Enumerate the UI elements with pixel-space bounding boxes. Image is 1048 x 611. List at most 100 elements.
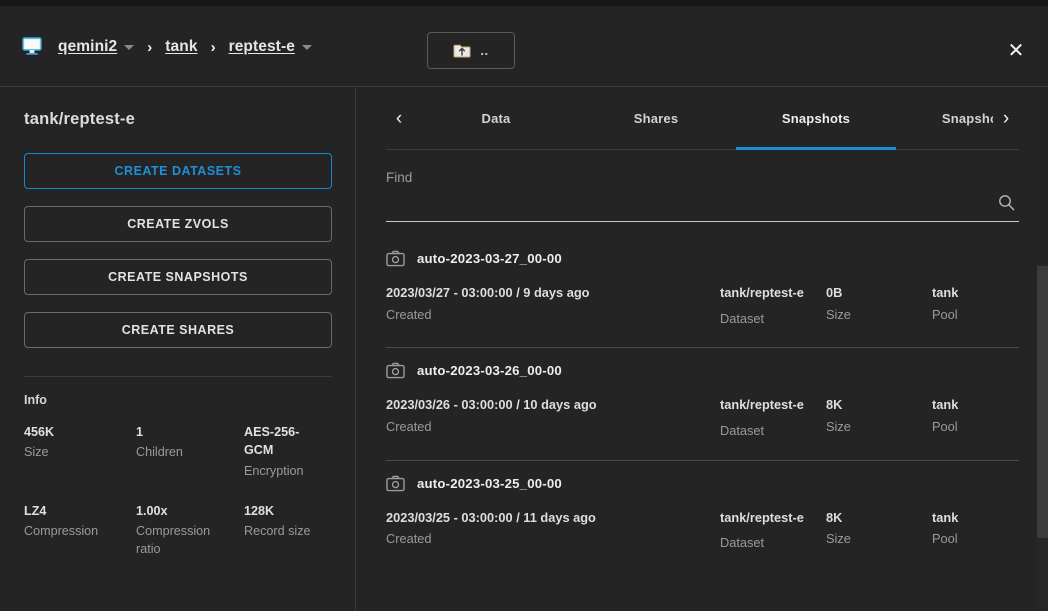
camera-icon [386, 250, 405, 267]
tabs-scroll-right-icon[interactable]: › [993, 91, 1019, 147]
info-item-compression: LZ4 Compression [24, 502, 136, 559]
snapshot-pool-cell: tank Pool [932, 396, 1019, 435]
cell-caption: Size [826, 530, 932, 548]
create-zvols-button[interactable]: CREATE ZVOLS [24, 206, 332, 242]
breadcrumb-caret-2[interactable] [302, 45, 312, 50]
close-icon[interactable]: ✕ [1002, 37, 1030, 65]
snapshot-name: auto-2023-03-25_00-00 [417, 476, 562, 491]
info-item-children: 1 Children [136, 423, 244, 480]
camera-icon [386, 475, 405, 492]
create-datasets-button[interactable]: CREATE DATASETS [24, 153, 332, 189]
list-item[interactable]: auto-2023-03-26_00-00 2023/03/26 - 03:00… [386, 348, 1019, 460]
snapshot-size-cell: 8K Size [826, 396, 932, 435]
cell-caption: Dataset [720, 534, 826, 552]
snapshot-pool-cell: tank Pool [932, 284, 1019, 323]
tabs-strip: Data Shares Snapshots Snapshots [416, 88, 993, 150]
info-caption: Children [136, 444, 238, 462]
snapshot-header: auto-2023-03-26_00-00 [386, 348, 1019, 379]
monitor-icon [22, 37, 44, 57]
info-value: 128K [244, 502, 325, 520]
cell-caption: Created [386, 530, 720, 548]
cell-value: tank [932, 284, 1019, 303]
cell-caption: Size [826, 306, 932, 324]
info-section-label: Info [24, 393, 331, 407]
cell-value: 8K [826, 396, 932, 415]
snapshot-dataset-cell: tank/reptest-e Dataset [720, 509, 826, 552]
cell-caption: Created [386, 306, 720, 324]
snapshot-pool-cell: tank Pool [932, 509, 1019, 548]
snapshot-details: 2023/03/26 - 03:00:00 / 10 days ago Crea… [386, 379, 1019, 460]
list-item[interactable]: auto-2023-03-27_00-00 2023/03/27 - 03:00… [386, 236, 1019, 348]
dataset-manager-window: qemini2 › tank › reptest-e .. ✕ tank/rep… [0, 0, 1048, 611]
sidebar-divider [24, 376, 332, 377]
breadcrumb-caret-0[interactable] [124, 45, 134, 50]
snapshot-dataset-cell: tank/reptest-e Dataset [720, 396, 826, 439]
create-shares-button[interactable]: CREATE SHARES [24, 312, 332, 348]
snapshot-size-cell: 0B Size [826, 284, 932, 323]
breadcrumb-item-0[interactable]: qemini2 [58, 38, 117, 56]
cell-value: 2023/03/26 - 03:00:00 / 10 days ago [386, 396, 720, 415]
cell-caption: Created [386, 418, 720, 436]
cell-value: tank [932, 509, 1019, 528]
search-icon[interactable] [998, 194, 1015, 211]
info-item-size: 456K Size [24, 423, 136, 480]
snapshot-list: auto-2023-03-27_00-00 2023/03/27 - 03:00… [386, 222, 1019, 572]
info-caption: Compression ratio [136, 523, 238, 558]
info-caption: Compression [24, 523, 130, 541]
snapshot-created-cell: 2023/03/26 - 03:00:00 / 10 days ago Crea… [386, 396, 720, 435]
tab-shares[interactable]: Shares [576, 88, 736, 150]
breadcrumb-separator-0: › [147, 40, 152, 55]
cell-value: tank/reptest-e [720, 509, 826, 528]
info-value: 456K [24, 423, 130, 441]
breadcrumb-item-2[interactable]: reptest-e [229, 38, 295, 56]
tabs-viewport: Data Shares Snapshots Snapshots [412, 88, 993, 150]
info-item-compression-ratio: 1.00x Compression ratio [136, 502, 244, 559]
snapshot-created-cell: 2023/03/25 - 03:00:00 / 11 days ago Crea… [386, 509, 720, 548]
cell-value: tank/reptest-e [720, 396, 826, 415]
info-caption: Encryption [244, 463, 325, 481]
sidebar: tank/reptest-e CREATE DATASETS CREATE ZV… [0, 88, 356, 611]
header-bar: qemini2 › tank › reptest-e .. ✕ [0, 6, 1048, 87]
cell-value: 2023/03/25 - 03:00:00 / 11 days ago [386, 509, 720, 528]
cell-value: 2023/03/27 - 03:00:00 / 9 days ago [386, 284, 720, 303]
breadcrumb-separator-1: › [211, 40, 216, 55]
tab-data[interactable]: Data [416, 88, 576, 150]
search-input[interactable] [386, 164, 946, 220]
info-grid: 456K Size 1 Children AES-256-GCM Encrypt… [24, 423, 331, 559]
info-value: 1 [136, 423, 238, 441]
info-item-record-size: 128K Record size [244, 502, 331, 559]
cell-value: 0B [826, 284, 932, 303]
page-title: tank/reptest-e [24, 110, 331, 129]
navigate-up-button[interactable]: .. [427, 32, 515, 69]
cell-caption: Pool [932, 530, 1019, 548]
create-snapshots-button[interactable]: CREATE SNAPSHOTS [24, 259, 332, 295]
camera-icon [386, 362, 405, 379]
snapshot-created-cell: 2023/03/27 - 03:00:00 / 9 days ago Creat… [386, 284, 720, 323]
breadcrumb-item-1[interactable]: tank [165, 38, 197, 56]
snapshot-header: auto-2023-03-25_00-00 [386, 461, 1019, 492]
folder-upload-icon [453, 43, 471, 58]
cell-value: tank/reptest-e [720, 284, 826, 303]
cell-caption: Dataset [720, 310, 826, 328]
navigate-up-label: .. [480, 47, 488, 55]
list-scrollbar-thumb[interactable] [1037, 266, 1048, 538]
cell-caption: Pool [932, 418, 1019, 436]
cell-caption: Size [826, 418, 932, 436]
snapshot-details: 2023/03/27 - 03:00:00 / 9 days ago Creat… [386, 267, 1019, 348]
snapshot-header: auto-2023-03-27_00-00 [386, 236, 1019, 267]
info-caption: Size [24, 444, 130, 462]
info-value: AES-256-GCM [244, 423, 325, 460]
info-item-encryption: AES-256-GCM Encryption [244, 423, 331, 480]
snapshot-name: auto-2023-03-27_00-00 [417, 251, 562, 266]
tabs-scroll-left-icon[interactable]: ‹ [386, 91, 412, 147]
tab-snapshots-secondary[interactable]: Snapshots [896, 88, 993, 150]
snapshot-size-cell: 8K Size [826, 509, 932, 548]
cell-caption: Pool [932, 306, 1019, 324]
info-value: LZ4 [24, 502, 130, 520]
main-panel: ‹ Data Shares Snapshots Snapshots › Find [357, 88, 1048, 611]
snapshot-name: auto-2023-03-26_00-00 [417, 363, 562, 378]
snapshot-dataset-cell: tank/reptest-e Dataset [720, 284, 826, 327]
info-value: 1.00x [136, 502, 238, 520]
list-item[interactable]: auto-2023-03-25_00-00 2023/03/25 - 03:00… [386, 461, 1019, 572]
tab-snapshots[interactable]: Snapshots [736, 88, 896, 150]
